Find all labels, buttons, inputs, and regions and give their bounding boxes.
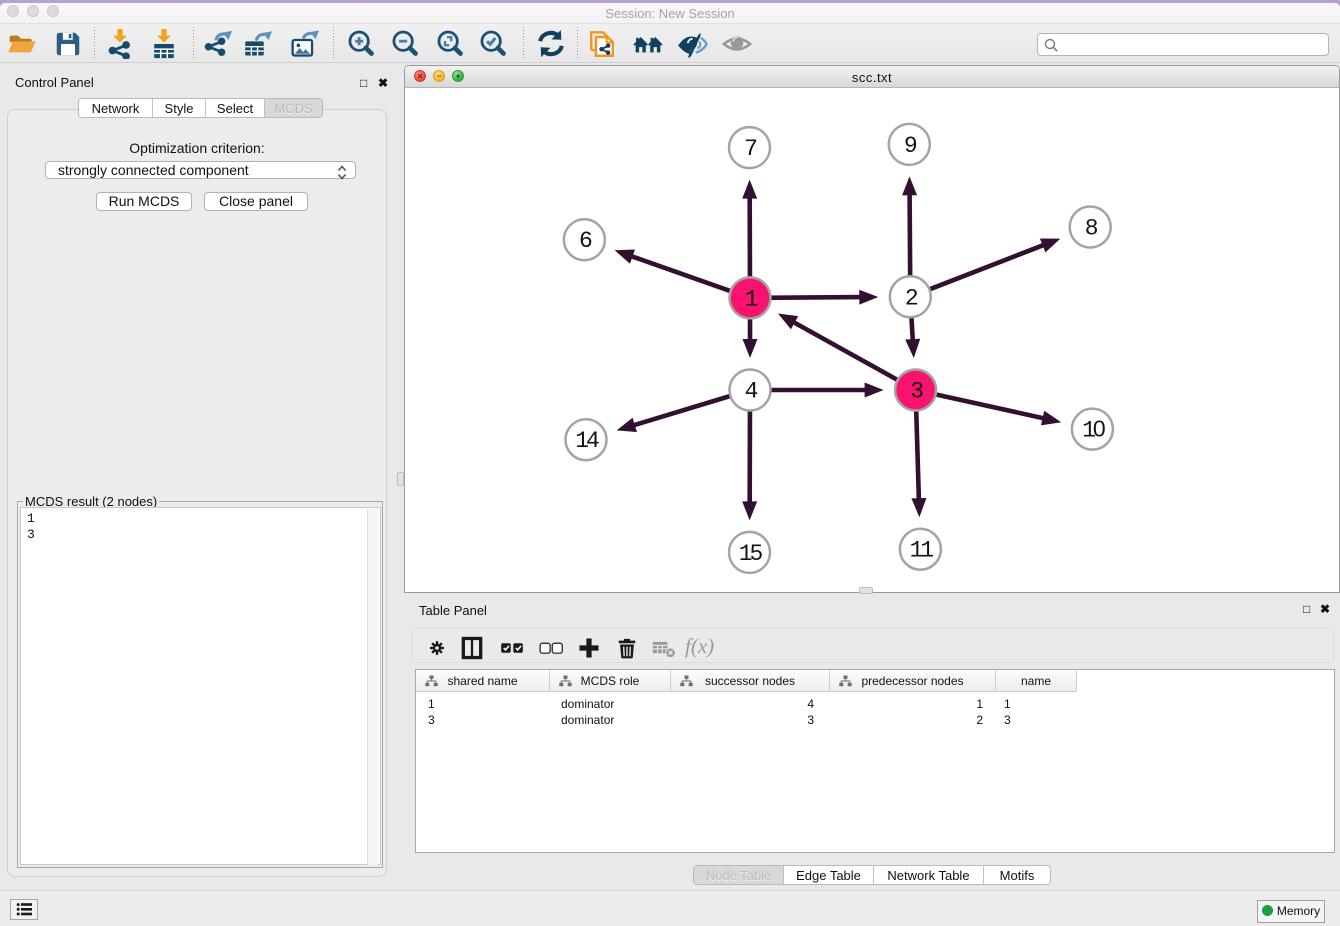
svg-text:14: 14	[575, 428, 599, 454]
svg-text:10: 10	[1082, 416, 1105, 444]
svg-text:11: 11	[910, 538, 934, 564]
svg-text:15: 15	[739, 541, 763, 567]
svg-text:7: 7	[744, 136, 756, 162]
